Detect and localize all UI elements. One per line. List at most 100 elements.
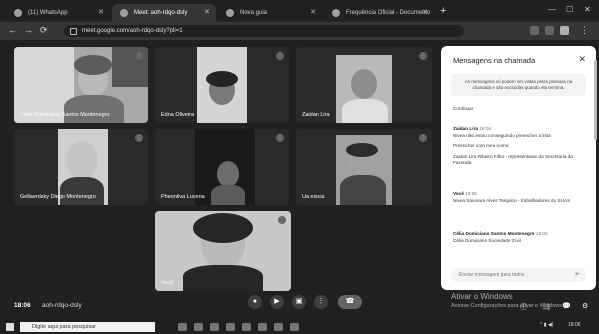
close-icon[interactable]: ✕ bbox=[310, 4, 316, 22]
mic-muted-icon: ⋮ bbox=[276, 52, 284, 60]
message-author: Célia Domiciano Santos Montenegro bbox=[453, 231, 535, 236]
activities-icon[interactable]: ⚙ bbox=[582, 302, 588, 310]
camera-button[interactable]: ▶ bbox=[270, 295, 284, 309]
app-icon[interactable] bbox=[290, 323, 299, 331]
participant-tile[interactable]: ⋮ Gellaerdsky Diego Montenegro bbox=[14, 129, 148, 205]
participant-body bbox=[60, 177, 104, 205]
chat-message-text: Zaidan Lira Ribeiro Filho - representant… bbox=[453, 153, 573, 166]
tab-frequencia[interactable]: Frequência Oficial - Documento ✕ bbox=[324, 4, 434, 22]
chat-message: Célia Domiciano Santos Montenegro 18:06 … bbox=[453, 231, 588, 244]
participant-body bbox=[340, 175, 386, 205]
participant-tile[interactable]: ⋮ Zaidan Lira bbox=[296, 47, 432, 123]
participant-hat bbox=[346, 143, 378, 157]
participant-face bbox=[351, 69, 377, 99]
url-text: meet.google.com/aoh-rdqo-dsly?pli=1 bbox=[82, 28, 183, 34]
close-icon[interactable]: ✕ bbox=[578, 54, 586, 65]
edge-icon[interactable] bbox=[194, 323, 203, 331]
extension-icon[interactable] bbox=[545, 26, 554, 35]
store-icon[interactable] bbox=[226, 323, 235, 331]
participant-name: Gellaerdsky Diego Montenegro bbox=[20, 194, 96, 200]
whatsapp-icon bbox=[14, 9, 22, 17]
close-icon[interactable]: ✕ bbox=[98, 4, 104, 22]
leave-call-button[interactable]: ☎ bbox=[338, 295, 362, 309]
more-options-button[interactable]: ⋮ bbox=[314, 295, 328, 309]
tab-label: Frequência Oficial - Documento bbox=[346, 10, 431, 16]
participant-tile[interactable]: ⋮ Célia Domiciano Santos Montenegro bbox=[14, 47, 148, 123]
message-time: 18:06 bbox=[479, 126, 492, 131]
participant-hair bbox=[206, 71, 238, 87]
new-tab-button[interactable]: + bbox=[440, 5, 446, 17]
meeting-time: 18:06 bbox=[14, 302, 31, 309]
participant-tile[interactable]: ⋮ Edna Oliveira bbox=[155, 47, 289, 123]
tab-nova-guia[interactable]: Nova guia ✕ bbox=[218, 4, 322, 22]
send-icon[interactable]: ➤ bbox=[574, 268, 580, 282]
tab-whatsapp[interactable]: (11) WhatsApp ✕ bbox=[6, 4, 110, 22]
mic-muted-icon: ⋮ bbox=[419, 134, 427, 142]
chat-message-text: Continuar bbox=[453, 106, 474, 111]
tray-icons[interactable]: ^ ▮ ◀) bbox=[540, 322, 553, 328]
chrome-icon[interactable] bbox=[258, 323, 267, 331]
present-button[interactable]: ▣ bbox=[292, 295, 306, 309]
close-icon[interactable]: ✕ bbox=[204, 4, 210, 22]
chat-message-text: Nivea Saionara Alves Tarquino - trabalha… bbox=[453, 197, 571, 203]
participant-body bbox=[211, 185, 245, 205]
tab-meet[interactable]: Meet: aoh-rdqo-dsly ✕ bbox=[112, 4, 216, 22]
profile-avatar[interactable] bbox=[560, 26, 569, 35]
back-icon[interactable]: ← bbox=[8, 25, 17, 35]
people-icon[interactable]: 👥 bbox=[542, 302, 551, 310]
participant-name: Edna Oliveira bbox=[161, 112, 195, 118]
task-view-icon[interactable] bbox=[178, 323, 187, 331]
mail-icon[interactable] bbox=[242, 323, 251, 331]
kebab-menu-icon[interactable]: ⋮ bbox=[580, 25, 589, 36]
explorer-icon[interactable] bbox=[210, 323, 219, 331]
participant-hair bbox=[193, 213, 253, 243]
participant-hair bbox=[74, 55, 112, 75]
windows-taskbar: Digite aqui para pesquisar ^ ▮ ◀) 18:06 bbox=[0, 320, 599, 334]
forward-icon[interactable]: → bbox=[24, 25, 33, 35]
mic-muted-icon: ⋮ bbox=[419, 52, 427, 60]
chat-message: Você 18:06 Nivea Saionara Alves Tarquino… bbox=[453, 191, 588, 204]
chat-message-text: Preencher com meu nome: bbox=[453, 143, 510, 148]
self-tile[interactable]: ⋮ Você bbox=[155, 211, 291, 291]
participant-name: Zaidan Lira bbox=[302, 112, 330, 118]
close-icon[interactable]: ✕ bbox=[422, 4, 428, 22]
windows-start-icon[interactable] bbox=[6, 323, 14, 331]
chat-scrollbar[interactable] bbox=[594, 60, 597, 140]
mic-button[interactable]: ● bbox=[248, 295, 262, 309]
docs-icon bbox=[332, 9, 340, 17]
participant-tile[interactable]: ⋮ Ua eiscia bbox=[296, 129, 432, 205]
chrome-icon bbox=[226, 9, 234, 17]
meeting-code: aoh-rdqo-dsly bbox=[42, 302, 82, 309]
close-window-icon[interactable]: ✕ bbox=[584, 5, 591, 14]
url-bar[interactable]: meet.google.com/aoh-rdqo-dsly?pli=1 bbox=[64, 25, 464, 37]
chat-message-input[interactable]: Enviar mensagem para todos ➤ bbox=[451, 268, 586, 282]
chat-message: Zaidan Lira 18:06 Nivea não estou conseg… bbox=[453, 126, 588, 167]
participant-tile[interactable]: ⋮ Pheonilva Lucena bbox=[155, 129, 289, 205]
chat-icon[interactable]: 💬 bbox=[562, 302, 571, 310]
minimize-icon[interactable]: — bbox=[548, 5, 556, 14]
message-time: 18:06 bbox=[535, 231, 548, 236]
tab-label: Nova guia bbox=[240, 10, 268, 16]
mic-muted-icon: ⋮ bbox=[135, 134, 143, 142]
chat-info-banner: As mensagens só podem ser vistas pelas p… bbox=[451, 74, 586, 96]
chat-input-placeholder: Enviar mensagem para todos bbox=[459, 272, 525, 278]
participant-name: Você bbox=[161, 280, 174, 286]
clock[interactable]: 18:06 bbox=[568, 322, 581, 328]
info-icon[interactable]: ⓘ bbox=[520, 302, 527, 312]
lock-icon bbox=[70, 28, 77, 35]
windows-activation-title: Ativar o Windows bbox=[451, 292, 513, 301]
reload-icon[interactable]: ⟳ bbox=[40, 25, 48, 36]
participant-face bbox=[66, 141, 98, 179]
taskbar-search-input[interactable]: Digite aqui para pesquisar bbox=[20, 322, 155, 332]
mic-muted-icon: ⋮ bbox=[276, 134, 284, 142]
participant-name: Ua eiscia bbox=[302, 194, 325, 200]
background-object bbox=[112, 47, 148, 87]
chat-message-text: Nivea não estou conseguindo preencher a … bbox=[453, 132, 551, 138]
word-icon[interactable] bbox=[274, 323, 283, 331]
maximize-icon[interactable]: ☐ bbox=[566, 5, 573, 14]
participant-body bbox=[183, 265, 263, 291]
extension-icon[interactable] bbox=[530, 26, 539, 35]
participant-name: Célia Domiciano Santos Montenegro bbox=[20, 112, 110, 118]
chat-panel: Mensagens na chamada ✕ As mensagens só p… bbox=[441, 46, 596, 290]
browser-tab-strip: (11) WhatsApp ✕ Meet: aoh-rdqo-dsly ✕ No… bbox=[0, 0, 599, 22]
